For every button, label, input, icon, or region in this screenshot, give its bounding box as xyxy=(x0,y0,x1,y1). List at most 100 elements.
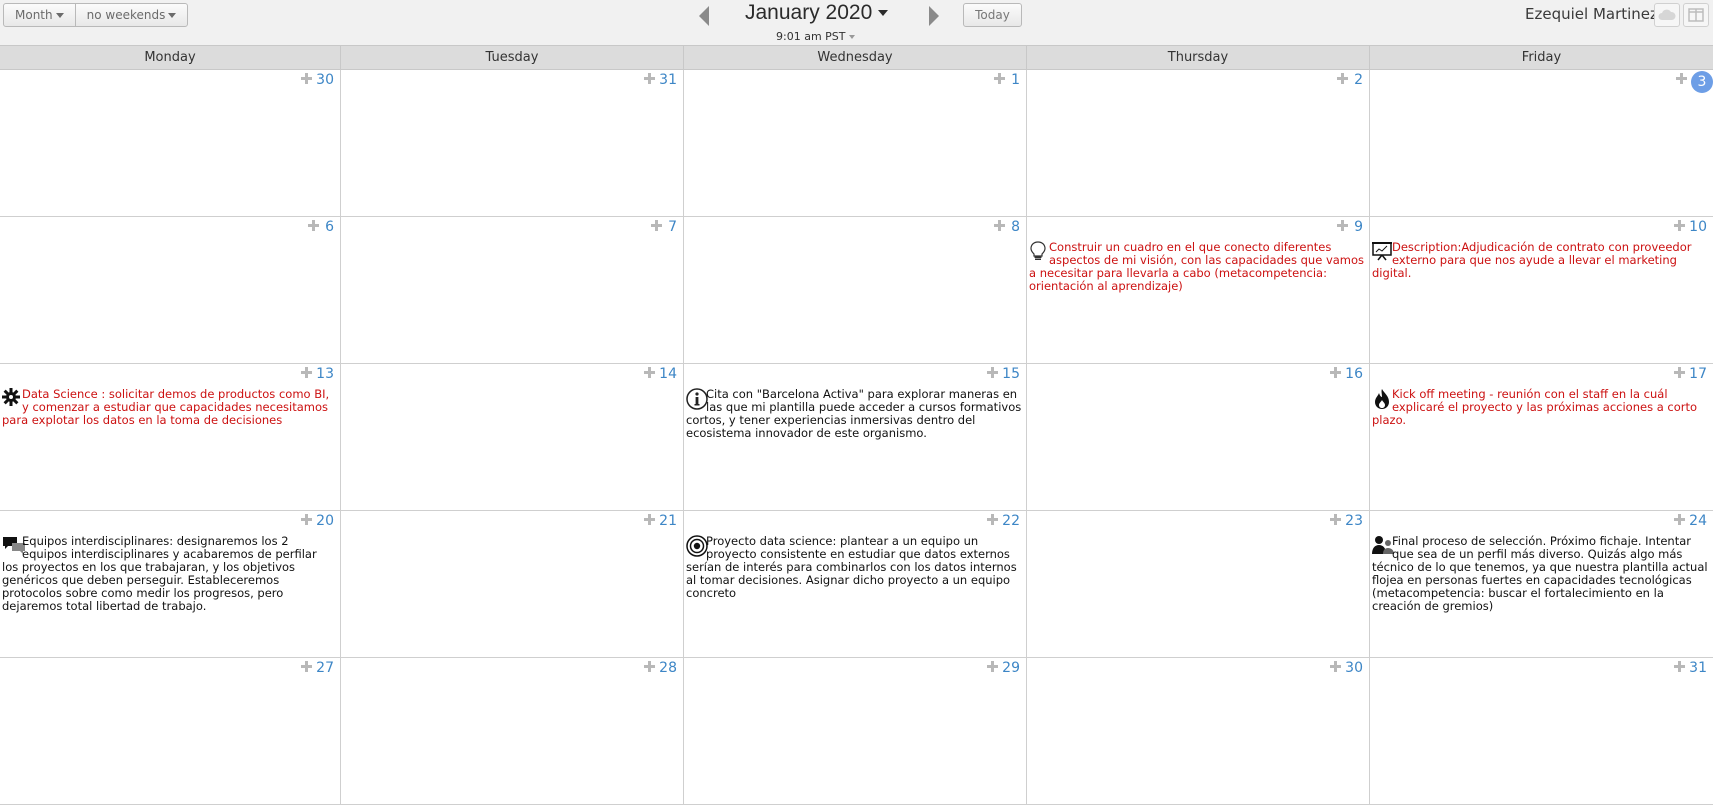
timezone-dropdown[interactable]: 9:01 am PST xyxy=(776,30,855,43)
day-cell[interactable]: 3 xyxy=(1370,70,1713,216)
calendar-event[interactable]: Final proceso de selección. Próximo fich… xyxy=(1372,535,1709,613)
day-cell[interactable]: 14 xyxy=(341,364,684,510)
day-number[interactable]: 30 xyxy=(316,72,334,88)
add-event-plus-icon[interactable] xyxy=(1330,514,1341,525)
calendar-event[interactable]: Description:Adjudicación de contrato con… xyxy=(1372,241,1709,280)
day-number[interactable]: 31 xyxy=(659,72,677,88)
chat-icon xyxy=(2,535,25,555)
day-cell[interactable]: 28 xyxy=(341,658,684,804)
add-event-plus-icon[interactable] xyxy=(644,514,655,525)
day-cell[interactable]: 31 xyxy=(1370,658,1713,804)
view-mode-dropdown[interactable]: Month xyxy=(4,4,75,26)
weekends-dropdown[interactable]: no weekends xyxy=(74,4,188,26)
calendar-week-row: 27 28 29 30 31 xyxy=(0,658,1713,805)
day-cell[interactable]: 29 xyxy=(684,658,1027,804)
day-cell[interactable]: 13 Data Science : solicitar demos de prod… xyxy=(0,364,341,510)
day-cell[interactable]: 23 xyxy=(1027,511,1370,657)
day-number[interactable]: 23 xyxy=(1345,513,1363,529)
day-cell[interactable]: 24 Final proceso de selección. Próximo fi… xyxy=(1370,511,1713,657)
day-number[interactable]: 13 xyxy=(316,366,334,382)
day-number[interactable]: 22 xyxy=(1002,513,1020,529)
day-number[interactable]: 6 xyxy=(325,219,334,235)
calendar-event[interactable]: Equipos interdisciplinares: designaremos… xyxy=(2,535,336,613)
day-cell[interactable]: 22 Proyecto data science: plantear a un e… xyxy=(684,511,1027,657)
add-event-plus-icon[interactable] xyxy=(1330,661,1341,672)
day-number[interactable]: 20 xyxy=(316,513,334,529)
day-cell[interactable]: 2 xyxy=(1027,70,1370,216)
today-button[interactable]: Today xyxy=(963,3,1022,27)
day-cell[interactable]: 8 xyxy=(684,217,1027,363)
day-number[interactable]: 7 xyxy=(668,219,677,235)
calendar-event[interactable]: Data Science : solicitar demos de produc… xyxy=(2,388,336,427)
event-text: Equipos interdisciplinares: designaremos… xyxy=(2,534,317,613)
add-event-plus-icon[interactable] xyxy=(987,367,998,378)
day-cell[interactable]: 27 xyxy=(0,658,341,804)
day-cell[interactable]: 16 xyxy=(1027,364,1370,510)
day-number[interactable]: 15 xyxy=(1002,366,1020,382)
add-event-plus-icon[interactable] xyxy=(644,367,655,378)
add-event-plus-icon[interactable] xyxy=(1674,220,1685,231)
add-event-plus-icon[interactable] xyxy=(1674,367,1685,378)
day-cell[interactable]: 21 xyxy=(341,511,684,657)
day-number[interactable]: 16 xyxy=(1345,366,1363,382)
add-event-plus-icon[interactable] xyxy=(987,514,998,525)
day-number[interactable]: 10 xyxy=(1689,219,1707,235)
day-number[interactable]: 2 xyxy=(1354,72,1363,88)
day-cell[interactable]: 7 xyxy=(341,217,684,363)
day-number[interactable]: 14 xyxy=(659,366,677,382)
add-event-plus-icon[interactable] xyxy=(301,367,312,378)
day-number[interactable]: 17 xyxy=(1689,366,1707,382)
add-event-plus-icon[interactable] xyxy=(1330,367,1341,378)
day-cell[interactable]: 15 Cita con "Barcelona Activa" para explo… xyxy=(684,364,1027,510)
day-number[interactable]: 9 xyxy=(1354,219,1363,235)
day-cell[interactable]: 6 xyxy=(0,217,341,363)
calendar-event[interactable]: Cita con "Barcelona Activa" para explora… xyxy=(686,388,1022,440)
day-cell[interactable]: 9 Construir un cuadro en el que conecto d… xyxy=(1027,217,1370,363)
calendar-event[interactable]: Proyecto data science: plantear a un equ… xyxy=(686,535,1022,600)
calendar-week-row: 30 31 1 2 3 xyxy=(0,70,1713,217)
arrow-left-icon xyxy=(699,6,709,26)
add-event-plus-icon[interactable] xyxy=(644,73,655,84)
day-number[interactable]: 30 xyxy=(1345,660,1363,676)
day-cell[interactable]: 30 xyxy=(0,70,341,216)
toggle-panel-button[interactable] xyxy=(1683,3,1709,27)
day-cell[interactable]: 30 xyxy=(1027,658,1370,804)
day-cell[interactable]: 20 Equipos interdisciplinares: designarem… xyxy=(0,511,341,657)
day-number[interactable]: 24 xyxy=(1689,513,1707,529)
add-event-plus-icon[interactable] xyxy=(1674,661,1685,672)
day-number[interactable]: 1 xyxy=(1011,72,1020,88)
day-number[interactable]: 29 xyxy=(1002,660,1020,676)
day-number[interactable]: 8 xyxy=(1011,219,1020,235)
previous-month-button[interactable] xyxy=(696,5,712,27)
day-cell[interactable]: 1 xyxy=(684,70,1027,216)
calendar-event[interactable]: Construir un cuadro en el que conecto di… xyxy=(1029,241,1365,293)
day-number[interactable]: 21 xyxy=(659,513,677,529)
add-event-plus-icon[interactable] xyxy=(301,514,312,525)
add-event-plus-icon[interactable] xyxy=(308,220,319,231)
add-event-plus-icon[interactable] xyxy=(651,220,662,231)
add-event-plus-icon[interactable] xyxy=(1674,514,1685,525)
target-icon xyxy=(686,535,708,557)
day-number[interactable]: 27 xyxy=(316,660,334,676)
day-number[interactable]: 28 xyxy=(659,660,677,676)
add-event-plus-icon[interactable] xyxy=(1676,73,1687,84)
add-event-plus-icon[interactable] xyxy=(644,661,655,672)
calendar-event[interactable]: Kick off meeting - reunión con el staff … xyxy=(1372,388,1709,427)
add-event-plus-icon[interactable] xyxy=(301,661,312,672)
sync-button[interactable] xyxy=(1654,3,1680,27)
next-month-button[interactable] xyxy=(926,5,942,27)
day-number[interactable]: 3 xyxy=(1691,71,1713,93)
gear-icon xyxy=(2,388,20,408)
month-title-dropdown[interactable]: January 2020 xyxy=(745,1,889,25)
add-event-plus-icon[interactable] xyxy=(1337,220,1348,231)
day-cell[interactable]: 17 Kick off meeting - reunión con el staf… xyxy=(1370,364,1713,510)
add-event-plus-icon[interactable] xyxy=(994,73,1005,84)
add-event-plus-icon[interactable] xyxy=(301,73,312,84)
add-event-plus-icon[interactable] xyxy=(987,661,998,672)
add-event-plus-icon[interactable] xyxy=(1337,73,1348,84)
day-cell[interactable]: 31 xyxy=(341,70,684,216)
user-name[interactable]: Ezequiel Martinez xyxy=(1525,5,1658,23)
day-number[interactable]: 31 xyxy=(1689,660,1707,676)
day-cell[interactable]: 10 Description:Adjudicación de contrato c… xyxy=(1370,217,1713,363)
add-event-plus-icon[interactable] xyxy=(994,220,1005,231)
